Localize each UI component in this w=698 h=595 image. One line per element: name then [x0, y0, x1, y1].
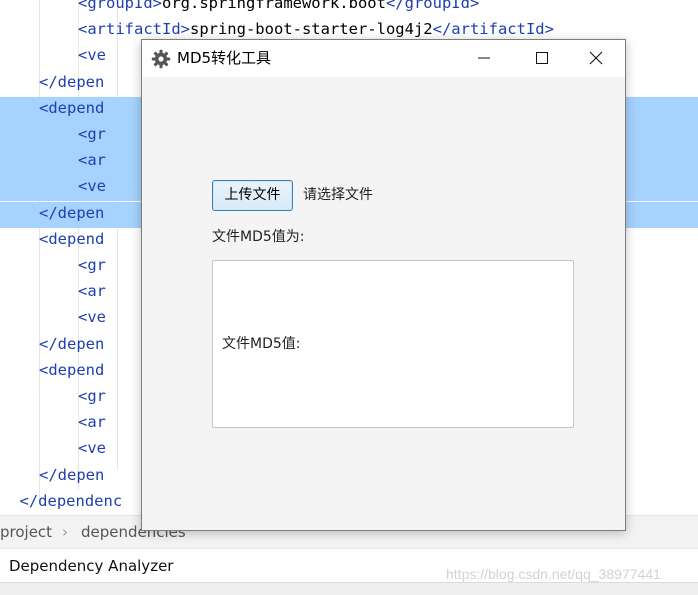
- xml-tag: <groupId>: [78, 0, 162, 12]
- xml-tag: <ve: [78, 177, 106, 196]
- md5-result-area[interactable]: 文件MD5值:: [212, 260, 574, 428]
- xml-value: org.springframework.boot: [162, 0, 386, 12]
- file-status-label: 请选择文件: [303, 187, 373, 203]
- gear-icon: [151, 49, 171, 69]
- xml-tag: <gr: [78, 125, 106, 143]
- maximize-icon: [536, 52, 548, 64]
- xml-tag: </depen: [39, 334, 105, 353]
- breadcrumb-separator: ›: [62, 523, 68, 541]
- xml-tag: <artifactId>: [78, 20, 190, 39]
- md5-tool-window: MD5转化工具 上传文件 请选择文件 文件MD5值为: 文件MD5值:: [141, 39, 626, 531]
- xml-tag: </depen: [39, 72, 105, 91]
- xml-tag: </groupId>: [385, 0, 480, 12]
- xml-tag: <ar: [78, 151, 106, 170]
- md5-value-text: 文件MD5值:: [222, 336, 301, 352]
- xml-tag: <ar: [78, 413, 106, 432]
- tab-dependency-analyzer[interactable]: Dependency Analyzer: [9, 549, 173, 583]
- xml-tag: <ve: [78, 308, 106, 327]
- watermark: https://blog.csdn.net/qq_38977441: [446, 566, 661, 582]
- xml-tag: <ar: [78, 282, 106, 301]
- xml-tag: </depen: [39, 203, 105, 222]
- xml-tag: <ve: [78, 439, 106, 458]
- xml-tag: </artifactId>: [432, 20, 554, 39]
- maximize-button[interactable]: [513, 40, 571, 77]
- code-line: <groupId>org.springframework.boot</group…: [0, 0, 698, 18]
- upload-file-button[interactable]: 上传文件: [212, 180, 293, 211]
- window-title: MD5转化工具: [177, 49, 272, 67]
- xml-tag: <ve: [78, 46, 106, 65]
- xml-tag: <depend: [39, 98, 105, 117]
- breadcrumb-item-project[interactable]: project: [0, 516, 52, 548]
- minimize-icon: [478, 57, 490, 59]
- xml-value: spring-boot-starter-log4j2: [189, 20, 433, 39]
- status-strip: [0, 582, 698, 595]
- xml-tag: </depen: [39, 465, 105, 484]
- xml-tag: <depend: [39, 229, 105, 248]
- minimize-button[interactable]: [455, 40, 513, 77]
- xml-tag: </dependenc: [19, 491, 123, 510]
- close-button[interactable]: [567, 40, 625, 77]
- xml-tag: <gr: [78, 387, 106, 405]
- md5-result-label: 文件MD5值为:: [212, 229, 305, 245]
- window-titlebar[interactable]: MD5转化工具: [142, 40, 625, 77]
- xml-tag: <gr: [78, 256, 106, 274]
- xml-tag: <depend: [39, 360, 105, 379]
- close-icon: [589, 51, 603, 65]
